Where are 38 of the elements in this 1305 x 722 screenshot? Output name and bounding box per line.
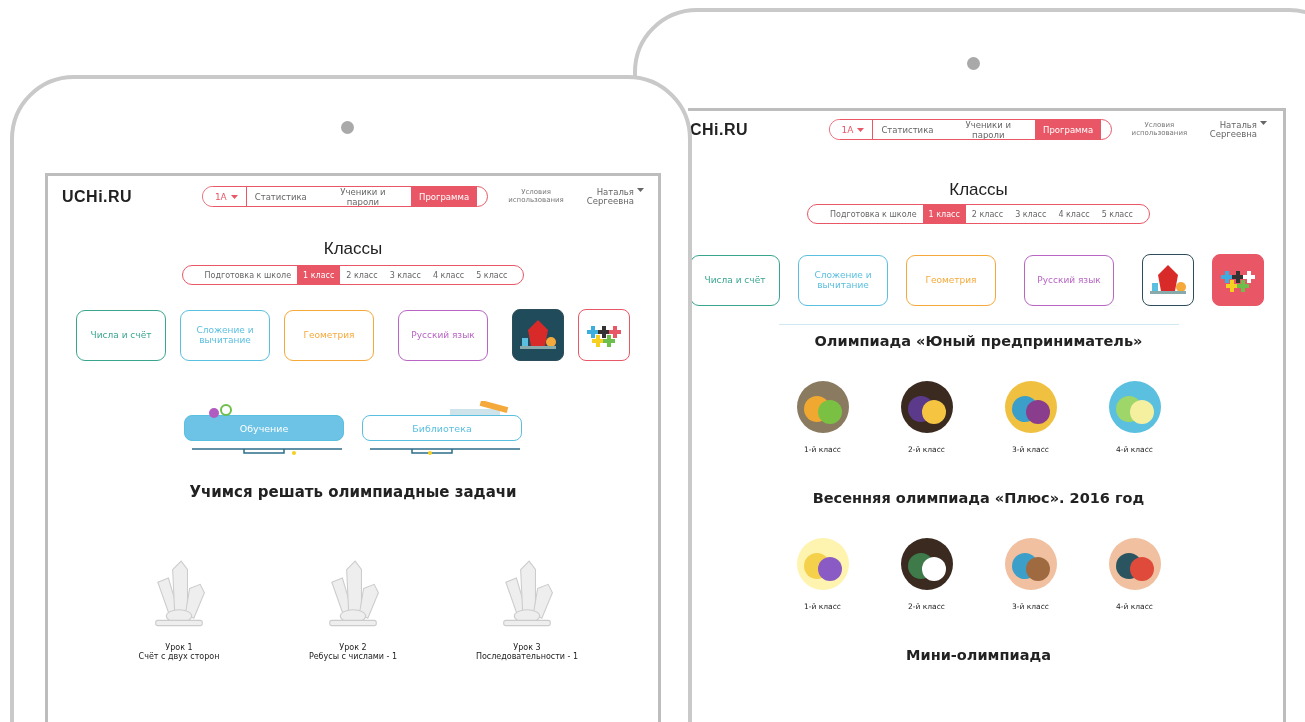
- section-heading: Весенняя олимпиада «Плюс». 2016 год: [812, 490, 1145, 506]
- lesson-subtitle[interactable]: Счёт с двух сторон: [138, 652, 220, 661]
- caret-icon: [637, 187, 644, 192]
- lab-app-tile[interactable]: [512, 309, 564, 361]
- user-menu[interactable]: Наталья Сергеевна: [1205, 120, 1267, 139]
- section-heading: Мини-олимпиада: [906, 647, 1051, 663]
- grade-tab[interactable]: 1 класс: [922, 205, 966, 223]
- nav-tab[interactable]: Программа: [411, 187, 478, 206]
- logo[interactable]: UCHi.RU: [62, 187, 192, 206]
- olympic-app-tile[interactable]: [578, 309, 630, 361]
- class-dropdown[interactable]: 1А: [202, 187, 247, 206]
- logo[interactable]: CHi.RU: [690, 120, 819, 139]
- page-title: Классы: [949, 180, 1008, 200]
- subject-card[interactable]: Русский язык: [398, 309, 488, 361]
- subject-card[interactable]: Русский язык: [1024, 254, 1114, 306]
- round-illustration[interactable]: [898, 536, 955, 592]
- lesson-title[interactable]: Урок 2: [339, 643, 367, 652]
- user-menu[interactable]: Наталья Сергеевна: [582, 187, 644, 206]
- camera-icon: [341, 121, 354, 134]
- lesson-title[interactable]: Урок 1: [165, 643, 193, 652]
- camera-icon: [967, 57, 980, 70]
- class-dropdown[interactable]: 1А: [829, 120, 874, 139]
- round-illustration[interactable]: [1002, 379, 1059, 435]
- grade-tab[interactable]: 1 класс: [297, 266, 341, 284]
- nav-tab[interactable]: Программа: [1035, 120, 1102, 139]
- lab-app-tile[interactable]: [1142, 254, 1194, 306]
- lesson-title[interactable]: Урок 3: [513, 643, 541, 652]
- caret-icon: [857, 127, 865, 132]
- lesson-subtitle[interactable]: Последовательности - 1: [475, 652, 579, 661]
- round-illustration[interactable]: [1106, 536, 1163, 592]
- olympic-app-tile[interactable]: [1212, 254, 1264, 306]
- caret-icon: [230, 194, 238, 199]
- caret-icon: [1260, 120, 1267, 125]
- section-heading: Учимся решать олимпиадные задачи: [189, 483, 517, 501]
- page-title: Классы: [323, 239, 383, 259]
- lesson-subtitle[interactable]: Ребусы с числами - 1: [308, 652, 398, 661]
- round-illustration[interactable]: [898, 379, 955, 435]
- section-heading: Олимпиада «Юный предприниматель»: [814, 333, 1143, 349]
